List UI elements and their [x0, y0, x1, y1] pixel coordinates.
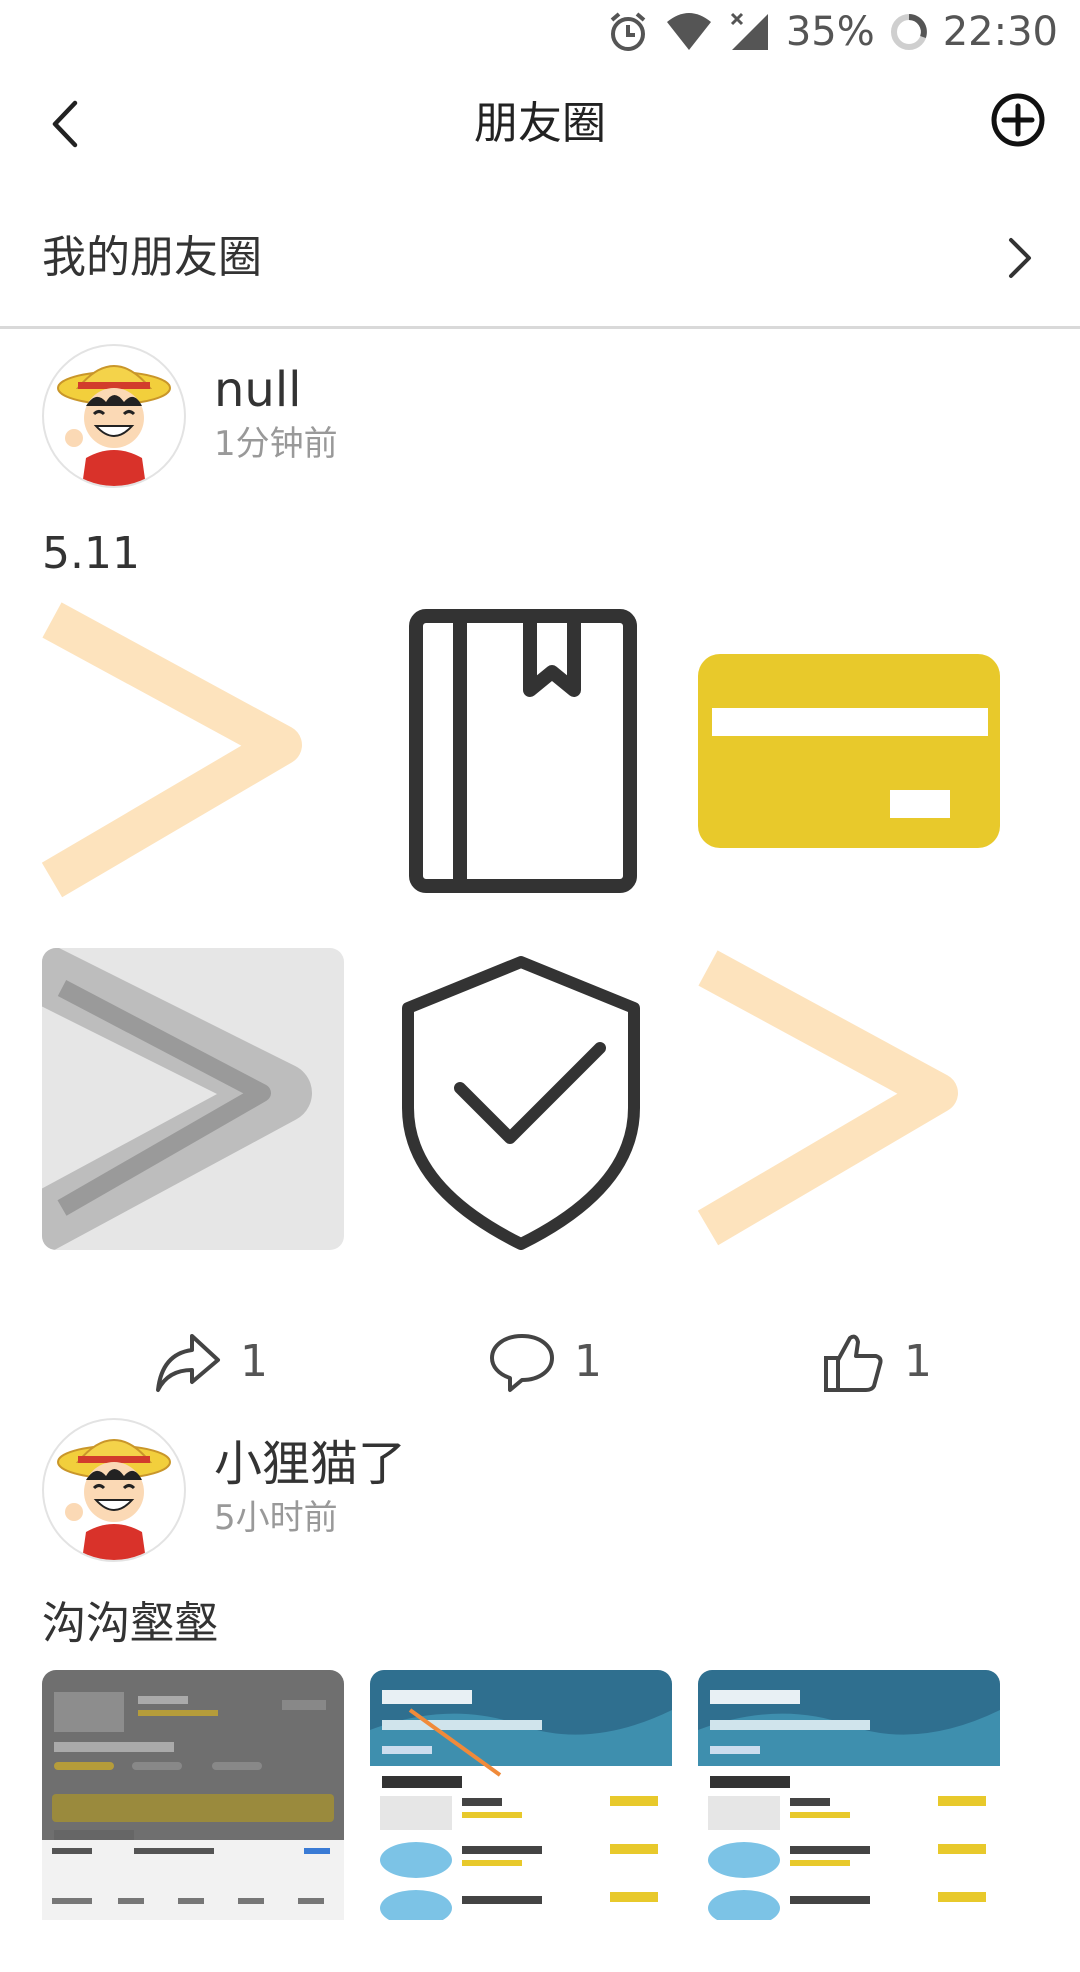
- app-screenshot-image: [42, 1670, 344, 1920]
- post-actions: 1 1 1: [0, 1322, 1080, 1402]
- avatar[interactable]: [42, 344, 186, 488]
- share-icon: [156, 1334, 220, 1392]
- comment-count: 1: [574, 1336, 602, 1387]
- post-image[interactable]: [370, 1670, 672, 1972]
- arrow-right-icon: [698, 950, 958, 1246]
- post-image[interactable]: [42, 1670, 344, 1972]
- app-screenshot-image: [698, 1670, 1000, 1926]
- arrow-right-icon: [42, 602, 302, 898]
- battery-percent: 35%: [785, 9, 875, 55]
- arrow-right-icon: [42, 948, 344, 1250]
- thumbs-up-icon: [824, 1334, 883, 1392]
- post-content: 5.11: [42, 528, 140, 579]
- post-time: 5小时前: [214, 1498, 338, 1538]
- clock: 22:30: [942, 9, 1058, 55]
- share-count: 1: [240, 1336, 268, 1387]
- post-image[interactable]: [698, 600, 1000, 902]
- status-icons: 35% 22:30: [606, 6, 1058, 58]
- app-screenshot-image: [370, 1670, 672, 1926]
- post-time: 1分钟前: [214, 424, 338, 464]
- my-moments-label: 我的朋友圈: [42, 232, 262, 283]
- plus-circle-icon: [991, 93, 1045, 147]
- post-item: null 1分钟前 5.11 1 1 1: [0, 330, 1080, 1410]
- post-image[interactable]: [42, 600, 344, 902]
- status-bar: 35% 22:30: [0, 0, 1080, 64]
- wifi-icon: [664, 10, 714, 54]
- post-author[interactable]: 小狸猫了: [214, 1434, 406, 1494]
- shield-check-icon: [402, 956, 640, 1250]
- post-image[interactable]: [698, 948, 1000, 1250]
- like-count: 1: [904, 1336, 932, 1387]
- signal-icon: [728, 10, 772, 54]
- page-title: 朋友圈: [474, 98, 606, 149]
- share-button[interactable]: 1: [154, 1322, 268, 1402]
- post-item: 小狸猫了 5小时前 沟沟壑壑: [0, 1404, 1080, 1972]
- nav-bar: 朋友圈: [0, 64, 1080, 184]
- post-image[interactable]: [370, 600, 672, 902]
- book-icon: [409, 609, 637, 893]
- chevron-right-icon: [1000, 232, 1040, 284]
- like-button[interactable]: 1: [822, 1322, 932, 1402]
- my-moments-row[interactable]: 我的朋友圈: [0, 190, 1080, 329]
- alarm-icon: [606, 10, 650, 54]
- post-author[interactable]: null: [214, 360, 302, 420]
- card-icon: [698, 654, 1000, 848]
- comment-icon: [490, 1334, 554, 1392]
- post-image[interactable]: [370, 948, 672, 1250]
- post-image[interactable]: [42, 948, 344, 1250]
- battery-icon: [889, 12, 929, 52]
- comment-button[interactable]: 1: [488, 1322, 602, 1402]
- add-post-button[interactable]: [986, 88, 1050, 152]
- post-image[interactable]: [698, 1670, 1000, 1972]
- avatar[interactable]: [42, 1418, 186, 1562]
- post-content: 沟沟壑壑: [42, 1598, 218, 1649]
